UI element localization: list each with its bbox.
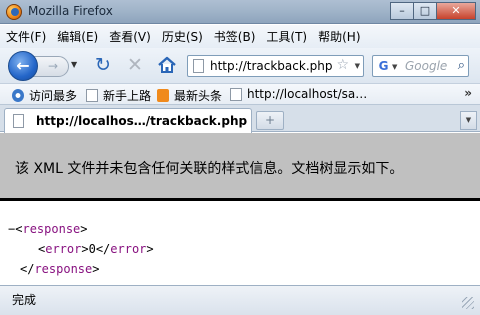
new-tab-button[interactable]: + xyxy=(256,111,284,130)
bookmark-label: 新手上路 xyxy=(103,89,152,103)
status-bar: 完成 xyxy=(0,285,480,315)
xml-punct: > xyxy=(146,242,154,256)
xml-tree: −<response> <error>0</error> </response> xyxy=(8,219,154,279)
xml-child-line: <error>0</error> xyxy=(8,239,154,259)
xml-root-close-line: </response> xyxy=(8,259,154,279)
close-button[interactable]: ✕ xyxy=(436,2,476,20)
bookmark-most-visited[interactable]: 访问最多 xyxy=(12,87,77,104)
menu-tools[interactable]: 工具(T) xyxy=(266,28,307,45)
bookmark-star-icon[interactable]: ☆ xyxy=(336,57,349,73)
page-icon xyxy=(230,87,242,101)
bookmarks-overflow-chevron-icon[interactable]: » xyxy=(464,86,472,100)
window-title: Mozilla Firefox xyxy=(28,4,113,18)
xml-child-close-tag: error xyxy=(110,242,147,256)
url-dropdown-icon[interactable]: ▼ xyxy=(355,62,360,70)
page-icon xyxy=(86,89,98,102)
reload-button[interactable]: ↻ xyxy=(92,54,114,76)
menu-help[interactable]: 帮助(H) xyxy=(318,28,360,45)
xml-child-value: 0 xyxy=(88,242,96,256)
xml-info-banner: 该 XML 文件并未包含任何关联的样式信息。文档树显示如下。 xyxy=(0,133,480,201)
rss-feed-icon xyxy=(157,89,169,102)
xml-punct: </ xyxy=(20,262,35,276)
menu-bookmarks[interactable]: 书签(B) xyxy=(214,28,256,45)
firefox-logo-icon xyxy=(6,4,22,20)
status-text: 完成 xyxy=(12,293,37,307)
tab-list-dropdown-icon[interactable]: ▼ xyxy=(460,111,477,130)
search-icon[interactable]: ⌕ xyxy=(458,58,465,73)
xml-punct: > xyxy=(80,222,88,236)
bookmark-label: 最新头条 xyxy=(174,89,223,103)
menu-edit[interactable]: 编辑(E) xyxy=(57,28,98,45)
url-bar[interactable]: http://trackback.php ☆ ▼ xyxy=(187,55,364,77)
menu-view[interactable]: 查看(V) xyxy=(109,28,151,45)
page-icon xyxy=(193,59,204,73)
maximize-button[interactable]: □ xyxy=(413,2,437,20)
window-controls: – □ ✕ xyxy=(390,2,476,20)
bookmark-localhost[interactable]: http://localhost/sa… xyxy=(230,87,367,101)
bookmarks-toolbar: 访问最多 新手上路 最新头条 http://localhost/sa… » xyxy=(0,84,480,105)
google-engine-icon[interactable]: G xyxy=(376,59,391,74)
page-icon xyxy=(13,114,24,128)
bookmark-latest-headlines[interactable]: 最新头条 xyxy=(157,87,222,104)
window-title-bar[interactable]: Mozilla Firefox – □ ✕ xyxy=(0,0,480,24)
xml-info-message: 该 XML 文件并未包含任何关联的样式信息。文档树显示如下。 xyxy=(15,161,404,177)
resize-grip-icon[interactable] xyxy=(462,297,474,309)
tab-trackback[interactable]: http://localhos…/trackback.php xyxy=(4,108,252,133)
history-dropdown-icon[interactable]: ▼ xyxy=(71,60,77,69)
forward-button[interactable]: → xyxy=(33,56,69,77)
xml-punct: > xyxy=(81,242,89,256)
most-visited-icon xyxy=(12,89,24,102)
stop-button[interactable]: ✕ xyxy=(124,54,146,76)
home-icon xyxy=(158,56,176,73)
page-content: 该 XML 文件并未包含任何关联的样式信息。文档树显示如下。 −<respons… xyxy=(0,133,480,285)
home-button[interactable] xyxy=(156,54,178,76)
back-button[interactable]: ← xyxy=(8,51,38,81)
navigation-toolbar: → ← ▼ ↻ ✕ http://trackback.php ☆ ▼ G ▼ G… xyxy=(0,48,480,84)
bookmark-label: 访问最多 xyxy=(29,89,78,103)
xml-root-tag: response xyxy=(22,222,81,236)
xml-root-close-tag: response xyxy=(34,262,93,276)
menu-history[interactable]: 历史(S) xyxy=(162,28,203,45)
url-input[interactable]: http://trackback.php xyxy=(210,59,332,73)
bookmark-getting-started[interactable]: 新手上路 xyxy=(86,87,151,104)
xml-root-open-line: −<response> xyxy=(8,219,154,239)
search-engine-dropdown-icon[interactable]: ▼ xyxy=(392,63,397,71)
tab-strip: http://localhos…/trackback.php + ▼ xyxy=(0,105,480,133)
xml-punct: </ xyxy=(95,242,111,256)
menu-file[interactable]: 文件(F) xyxy=(6,28,46,45)
menu-bar: 文件(F) 编辑(E) 查看(V) 历史(S) 书签(B) 工具(T) 帮助(H… xyxy=(0,25,480,48)
tab-label: http://localhos…/trackback.php xyxy=(36,114,248,128)
minimize-button[interactable]: – xyxy=(390,2,414,20)
xml-child-tag: error xyxy=(45,242,82,256)
search-bar[interactable]: G ▼ Google ⌕ xyxy=(372,55,469,77)
bookmark-label: http://localhost/sa… xyxy=(247,87,368,101)
search-input[interactable]: Google xyxy=(405,59,447,73)
xml-punct: > xyxy=(92,262,100,276)
